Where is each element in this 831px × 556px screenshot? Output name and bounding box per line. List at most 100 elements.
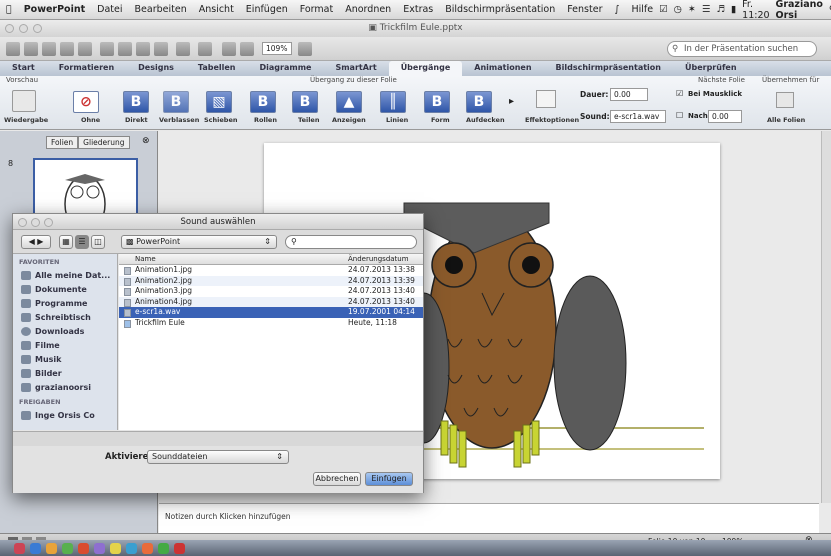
- dock-finder-icon[interactable]: [30, 543, 41, 554]
- on-click-checkbox[interactable]: ☑: [676, 89, 683, 98]
- transition-verblassen[interactable]: B: [163, 91, 189, 113]
- effect-options-label[interactable]: Effektoptionen: [525, 116, 579, 124]
- new-slide-icon[interactable]: [6, 42, 20, 56]
- menu-extras[interactable]: Extras: [397, 4, 439, 15]
- dock-app-icon[interactable]: [78, 543, 89, 554]
- sidebar-item-movies[interactable]: Filme: [13, 338, 117, 352]
- dock-app-icon[interactable]: [158, 543, 169, 554]
- duration-input[interactable]: 0.00: [610, 88, 648, 101]
- tab-bildschirmpraesentation[interactable]: Bildschirmpräsentation: [544, 61, 673, 76]
- sidebar-item-shared[interactable]: Inge Orsis Co: [13, 408, 117, 422]
- sidebar-item-music[interactable]: Musik: [13, 352, 117, 366]
- tab-outline[interactable]: Gliederung: [78, 136, 130, 149]
- search-input[interactable]: ⚲ In der Präsentation suchen: [667, 41, 817, 57]
- menu-datei[interactable]: Datei: [91, 4, 128, 15]
- tab-ueberpruefen[interactable]: Überprüfen: [673, 61, 749, 76]
- time-machine-icon[interactable]: ◷: [674, 4, 682, 15]
- file-row[interactable]: Animation3.jpg 24.07.2013 13:40: [119, 286, 423, 297]
- file-row[interactable]: Animation1.jpg 24.07.2013 13:38: [119, 265, 423, 276]
- undo-icon[interactable]: [176, 42, 190, 56]
- apply-all-icon[interactable]: [776, 92, 794, 108]
- vertical-scrollbar[interactable]: [821, 131, 831, 503]
- sidebar-item-documents[interactable]: Dokumente: [13, 282, 117, 296]
- sidebar-toggle-icon[interactable]: [222, 42, 236, 56]
- sidebar-item-applications[interactable]: Programme: [13, 296, 117, 310]
- file-type-select[interactable]: Sounddateien ⇕: [147, 450, 289, 464]
- user-name[interactable]: Graziano Orsi: [776, 0, 823, 21]
- apple-icon[interactable]: : [0, 4, 18, 15]
- zoom-field[interactable]: 109%: [262, 42, 292, 55]
- sidebar-item-home[interactable]: grazianoorsi: [13, 380, 117, 394]
- bluetooth-icon[interactable]: ✶: [688, 4, 696, 15]
- clock[interactable]: Fr. 11:20: [742, 0, 769, 21]
- location-select[interactable]: ▩ PowerPoint ⇕: [121, 235, 277, 249]
- tab-tabellen[interactable]: Tabellen: [186, 61, 248, 76]
- tab-smartart[interactable]: SmartArt: [323, 61, 388, 76]
- minimize-icon[interactable]: [19, 24, 28, 33]
- menu-anordnen[interactable]: Anordnen: [339, 4, 397, 15]
- menu-fenster[interactable]: Fenster: [561, 4, 608, 15]
- transition-schieben[interactable]: ▧: [206, 91, 232, 113]
- tab-diagramme[interactable]: Diagramme: [248, 61, 324, 76]
- after-checkbox[interactable]: ☐: [676, 111, 683, 120]
- column-name[interactable]: Name: [135, 254, 156, 264]
- sidebar-item-pictures[interactable]: Bilder: [13, 366, 117, 380]
- open-icon[interactable]: [42, 42, 56, 56]
- tab-uebergaenge[interactable]: Übergänge: [388, 61, 463, 76]
- new-file-icon[interactable]: [24, 42, 38, 56]
- file-row[interactable]: Animation2.jpg 24.07.2013 13:39: [119, 275, 423, 286]
- print-icon[interactable]: [78, 42, 92, 56]
- battery-icon[interactable]: ▮: [731, 4, 736, 15]
- transition-form[interactable]: B: [424, 91, 450, 113]
- notes-pane[interactable]: Notizen durch Klicken hinzufügen: [159, 503, 819, 533]
- media-icon[interactable]: [240, 42, 254, 56]
- sidebar-item-desktop[interactable]: Schreibtisch: [13, 310, 117, 324]
- menu-ansicht[interactable]: Ansicht: [193, 4, 240, 15]
- file-row[interactable]: Animation4.jpg 24.07.2013 13:40: [119, 296, 423, 307]
- transition-anzeigen[interactable]: ▲: [336, 91, 362, 113]
- column-date[interactable]: Änderungsdatum: [348, 254, 409, 264]
- file-row[interactable]: Trickfilm Eule Heute, 11:18: [119, 318, 423, 329]
- cancel-button[interactable]: Abbrechen: [313, 472, 361, 486]
- tab-formatieren[interactable]: Formatieren: [47, 61, 126, 76]
- chevron-right-icon[interactable]: ▸: [509, 96, 514, 107]
- paste-icon[interactable]: [136, 42, 150, 56]
- checkbox-status-icon[interactable]: ☑: [659, 4, 668, 15]
- dock-app-icon[interactable]: [142, 543, 153, 554]
- dialog-close-icon[interactable]: [18, 218, 27, 227]
- menu-bearbeiten[interactable]: Bearbeiten: [129, 4, 193, 15]
- sidebar-item-all-files[interactable]: Alle meine Dat...: [13, 268, 117, 282]
- tab-designs[interactable]: Designs: [126, 61, 186, 76]
- transition-aufdecken[interactable]: B: [466, 91, 492, 113]
- effect-options-icon[interactable]: [536, 90, 556, 108]
- dialog-minimize-icon[interactable]: [31, 218, 40, 227]
- dock-app-icon[interactable]: [126, 543, 137, 554]
- dock-app-icon[interactable]: [110, 543, 121, 554]
- back-forward-icon[interactable]: ◀ ▶: [21, 235, 51, 249]
- file-row-selected[interactable]: e-scr1a.wav 19.07.2001 04:14: [119, 307, 423, 318]
- column-view-icon[interactable]: ◫: [91, 235, 105, 249]
- transition-ohne[interactable]: ⊘: [73, 91, 99, 113]
- dock-app-icon[interactable]: [62, 543, 73, 554]
- menu-hilfe[interactable]: Hilfe: [625, 4, 659, 15]
- transition-direkt[interactable]: B: [123, 91, 149, 113]
- dialog-zoom-icon[interactable]: [44, 218, 53, 227]
- dock-app-icon[interactable]: [46, 543, 57, 554]
- menu-bildschirmpraesentation[interactable]: Bildschirmpräsentation: [439, 4, 561, 15]
- save-icon[interactable]: [60, 42, 74, 56]
- dock-app-icon[interactable]: [94, 543, 105, 554]
- after-input[interactable]: 0.00: [708, 110, 742, 123]
- transition-linien[interactable]: ║: [380, 91, 406, 113]
- wifi-icon[interactable]: ☰: [702, 4, 711, 15]
- transition-rollen[interactable]: B: [250, 91, 276, 113]
- redo-icon[interactable]: [198, 42, 212, 56]
- menu-app-powerpoint[interactable]: PowerPoint: [18, 4, 91, 15]
- close-icon[interactable]: [5, 24, 14, 33]
- sound-select[interactable]: e-scr1a.wav: [610, 110, 666, 123]
- script-icon[interactable]: ∫: [608, 4, 625, 15]
- help-icon[interactable]: [298, 42, 312, 56]
- cut-icon[interactable]: [100, 42, 114, 56]
- dialog-search-input[interactable]: ⚲: [285, 235, 417, 249]
- dock-powerpoint-icon[interactable]: [174, 543, 185, 554]
- icon-view-icon[interactable]: ▦: [59, 235, 73, 249]
